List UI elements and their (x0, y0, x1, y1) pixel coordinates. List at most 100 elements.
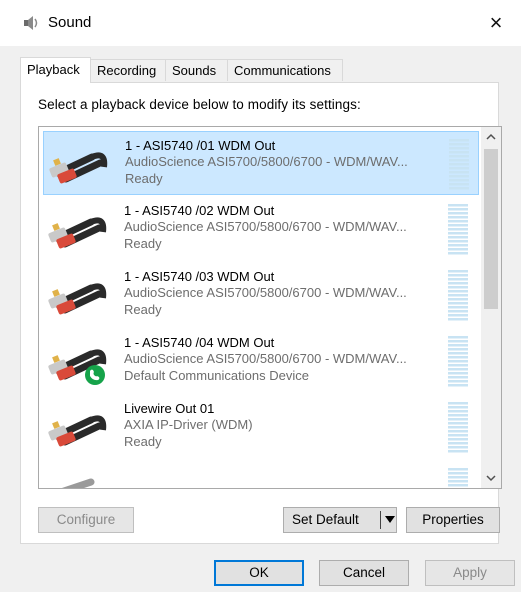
phone-icon (85, 365, 105, 385)
device-row[interactable]: 1 - ASI5740 /04 WDM Out AudioScience ASI… (43, 329, 479, 393)
device-description: AXIA IP-Driver (WDM) (124, 417, 253, 432)
set-default-button[interactable]: Set Default (283, 507, 397, 533)
meter-segment (448, 476, 468, 479)
meter-segment (448, 434, 468, 437)
meter-segment (448, 450, 468, 453)
meter-segment (449, 147, 469, 150)
meter-segment (448, 204, 468, 207)
meter-segment (448, 418, 468, 421)
device-row[interactable]: 1 - ASI5740 /03 WDM Out AudioScience ASI… (43, 263, 479, 327)
chevron-down-icon (486, 475, 496, 482)
title-bar: Sound × (0, 0, 521, 46)
properties-button[interactable]: Properties (406, 507, 500, 533)
meter-segment (449, 175, 469, 178)
device-row[interactable]: 1 - ASI5740 /01 WDM Out AudioScience ASI… (43, 131, 479, 195)
meter-segment (448, 410, 468, 413)
apply-button[interactable]: Apply (425, 560, 515, 586)
tab-playback[interactable]: Playback (20, 57, 91, 83)
cancel-button[interactable]: Cancel (319, 560, 409, 586)
meter-segment (448, 422, 468, 425)
set-default-label: Set Default (292, 512, 359, 527)
meter-segment (448, 244, 468, 247)
tab-sounds[interactable]: Sounds (165, 59, 228, 81)
tab-recording[interactable]: Recording (90, 59, 166, 81)
scroll-up-button[interactable] (481, 127, 501, 147)
level-meter (449, 139, 469, 190)
meter-segment (448, 236, 468, 239)
vertical-scrollbar[interactable] (481, 127, 501, 488)
ok-button[interactable]: OK (214, 560, 304, 586)
device-list[interactable]: 1 - ASI5740 /01 WDM Out AudioScience ASI… (38, 126, 502, 489)
meter-segment (449, 151, 469, 154)
device-status: Ready (125, 171, 163, 186)
rca-cable-icon (48, 415, 107, 447)
rca-cable-icon (49, 152, 108, 184)
tab-communications[interactable]: Communications (227, 59, 343, 81)
close-button[interactable]: × (481, 8, 511, 38)
meter-segment (448, 310, 468, 313)
scroll-thumb[interactable] (484, 149, 498, 309)
device-name: Livewire Out 01 (124, 401, 215, 416)
meter-segment (448, 252, 468, 255)
meter-segment (448, 488, 468, 489)
meter-segment (448, 290, 468, 293)
rca-cable-icon (61, 478, 95, 488)
meter-segment (448, 282, 468, 285)
meter-segment (448, 298, 468, 301)
meter-segment (448, 232, 468, 235)
device-row[interactable]: 1 - ASI5740 /02 WDM Out AudioScience ASI… (43, 197, 479, 261)
meter-segment (448, 340, 468, 343)
meter-segment (449, 183, 469, 186)
scroll-down-button[interactable] (481, 468, 501, 488)
meter-segment (448, 356, 468, 359)
meter-segment (448, 208, 468, 211)
meter-segment (448, 468, 468, 471)
meter-segment (448, 360, 468, 363)
meter-segment (448, 368, 468, 371)
meter-segment (448, 286, 468, 289)
meter-segment (448, 318, 468, 321)
meter-segment (448, 352, 468, 355)
level-meter (448, 204, 468, 255)
meter-segment (448, 380, 468, 383)
device-status: Ready (124, 302, 162, 317)
device-description: AudioScience ASI5700/5800/6700 - WDM/WAV… (124, 285, 407, 300)
split-separator (380, 511, 381, 529)
meter-segment (448, 270, 468, 273)
device-name: 1 - ASI5740 /04 WDM Out (124, 335, 275, 350)
meter-segment (448, 216, 468, 219)
configure-button[interactable]: Configure (38, 507, 134, 533)
meter-segment (448, 430, 468, 433)
meter-segment (448, 220, 468, 223)
device-name: 1 - ASI5740 /01 WDM Out (125, 138, 276, 153)
device-status: Ready (124, 236, 162, 251)
meter-segment (449, 171, 469, 174)
device-row[interactable]: Livewire Out 01 AXIA IP-Driver (WDM) Rea… (43, 395, 479, 459)
level-meter (448, 270, 468, 321)
device-description: AudioScience ASI5700/5800/6700 - WDM/WAV… (124, 351, 407, 366)
device-row[interactable] (43, 461, 479, 489)
meter-segment (448, 294, 468, 297)
meter-segment (448, 306, 468, 309)
speaker-icon (24, 16, 38, 30)
meter-segment (449, 159, 469, 162)
meter-segment (448, 480, 468, 483)
meter-segment (449, 179, 469, 182)
meter-segment (448, 302, 468, 305)
dropdown-arrow-icon[interactable] (385, 516, 395, 523)
level-meter (448, 402, 468, 453)
device-name: 1 - ASI5740 /03 WDM Out (124, 269, 275, 284)
meter-segment (449, 155, 469, 158)
device-status: Default Communications Device (124, 368, 309, 383)
device-name: 1 - ASI5740 /02 WDM Out (124, 203, 275, 218)
meter-segment (448, 228, 468, 231)
meter-segment (448, 446, 468, 449)
meter-segment (449, 143, 469, 146)
device-description: AudioScience ASI5700/5800/6700 - WDM/WAV… (125, 154, 408, 169)
rca-cable-icon (48, 349, 107, 385)
level-meter (448, 468, 468, 489)
meter-segment (449, 139, 469, 142)
device-description: AudioScience ASI5700/5800/6700 - WDM/WAV… (124, 219, 407, 234)
device-status: Ready (124, 434, 162, 449)
meter-segment (448, 384, 468, 387)
